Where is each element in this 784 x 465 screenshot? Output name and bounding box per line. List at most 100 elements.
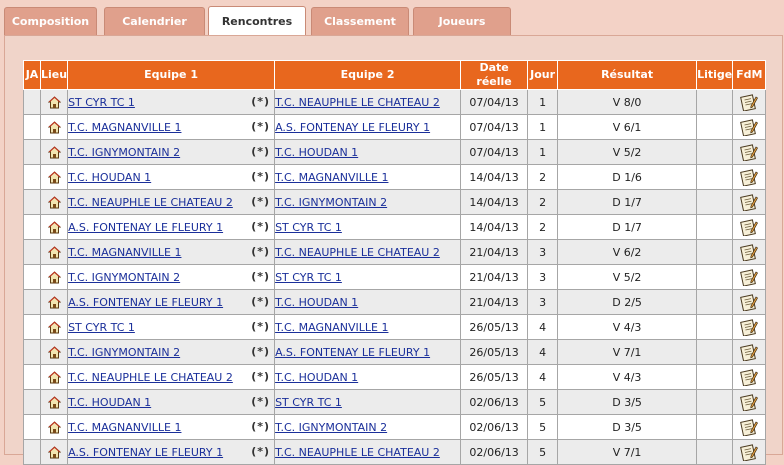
match-sheet-icon[interactable] (740, 143, 759, 161)
tab-calendrier[interactable]: Calendrier (104, 7, 205, 35)
ja-cell (23, 439, 41, 465)
team2-link[interactable]: T.C. HOUDAN 1 (276, 296, 359, 309)
team1-link[interactable]: T.C. IGNYMONTAIN 2 (69, 346, 181, 359)
fdm-cell (732, 264, 767, 290)
match-sheet-icon[interactable] (740, 168, 759, 186)
house-icon[interactable] (47, 221, 61, 234)
house-icon[interactable] (47, 96, 61, 109)
litige-cell (696, 289, 734, 315)
result-cell: V 4/3 (557, 364, 698, 390)
result-cell: D 1/7 (557, 214, 698, 240)
star-marker: (*) (251, 195, 271, 208)
jour-cell: 3 (527, 289, 559, 315)
team2-link[interactable]: ST CYR TC 1 (276, 396, 342, 409)
team1-cell: T.C. IGNYMONTAIN 2 (*) (67, 139, 276, 165)
house-icon[interactable] (47, 446, 61, 459)
team1-link[interactable]: T.C. MAGNANVILLE 1 (69, 421, 182, 434)
match-sheet-icon[interactable] (740, 368, 759, 386)
house-icon[interactable] (47, 271, 61, 284)
tab-bar: Composition Calendrier Rencontres Classe… (0, 0, 784, 36)
match-sheet-icon[interactable] (740, 193, 759, 211)
match-sheet-icon[interactable] (740, 293, 759, 311)
match-sheet-icon[interactable] (740, 318, 759, 336)
col-header-date: Date réelle (460, 60, 529, 90)
star-marker: (*) (251, 120, 271, 133)
team2-link[interactable]: T.C. HOUDAN 1 (276, 146, 359, 159)
team2-link[interactable]: A.S. FONTENAY LE FLEURY 1 (276, 121, 431, 134)
match-sheet-icon[interactable] (740, 243, 759, 261)
team2-link[interactable]: T.C. IGNYMONTAIN 2 (276, 421, 388, 434)
house-icon[interactable] (47, 196, 61, 209)
date-cell: 02/06/13 (460, 389, 529, 415)
team2-link[interactable]: ST CYR TC 1 (276, 221, 342, 234)
match-sheet-icon[interactable] (740, 118, 759, 136)
team2-link[interactable]: T.C. IGNYMONTAIN 2 (276, 196, 388, 209)
team1-link[interactable]: T.C. IGNYMONTAIN 2 (69, 146, 181, 159)
team2-cell: T.C. IGNYMONTAIN 2 (274, 189, 462, 215)
team1-link[interactable]: T.C. HOUDAN 1 (69, 396, 152, 409)
house-icon[interactable] (47, 146, 61, 159)
house-icon[interactable] (47, 121, 61, 134)
match-sheet-icon[interactable] (740, 393, 759, 411)
litige-cell (696, 389, 734, 415)
team2-link[interactable]: T.C. MAGNANVILLE 1 (276, 171, 389, 184)
star-marker: (*) (251, 270, 271, 283)
match-sheet-icon[interactable] (740, 418, 759, 436)
tab-joueurs[interactable]: Joueurs (413, 7, 511, 35)
result-cell: D 3/5 (557, 414, 698, 440)
tab-rencontres[interactable]: Rencontres (208, 6, 306, 36)
matches-body: ST CYR TC 1 (*) T.C. NEAUPHLE LE CHATEAU… (23, 89, 767, 465)
team1-link[interactable]: ST CYR TC 1 (69, 96, 135, 109)
tab-composition[interactable]: Composition (4, 7, 97, 35)
team2-link[interactable]: T.C. HOUDAN 1 (276, 371, 359, 384)
team2-cell: T.C. NEAUPHLE LE CHATEAU 2 (274, 239, 462, 265)
ja-cell (23, 164, 41, 190)
team1-cell: A.S. FONTENAY LE FLEURY 1 (*) (67, 214, 276, 240)
house-icon[interactable] (47, 396, 61, 409)
tab-classement[interactable]: Classement (311, 7, 409, 35)
team1-link[interactable]: T.C. IGNYMONTAIN 2 (69, 271, 181, 284)
col-header-jour: Jour (527, 60, 559, 90)
house-icon[interactable] (47, 296, 61, 309)
team1-link[interactable]: T.C. MAGNANVILLE 1 (69, 121, 182, 134)
team1-cell: T.C. MAGNANVILLE 1 (*) (67, 414, 276, 440)
team1-link[interactable]: T.C. NEAUPHLE LE CHATEAU 2 (69, 371, 233, 384)
team2-cell: T.C. NEAUPHLE LE CHATEAU 2 (274, 439, 462, 465)
rencontres-panel: JA Lieu Equipe 1 Equipe 2 Date réelle Jo… (4, 35, 783, 465)
house-icon[interactable] (47, 171, 61, 184)
team2-link[interactable]: T.C. MAGNANVILLE 1 (276, 321, 389, 334)
date-cell: 21/04/13 (460, 264, 529, 290)
match-sheet-icon[interactable] (740, 343, 759, 361)
match-sheet-icon[interactable] (740, 218, 759, 236)
team1-cell: A.S. FONTENAY LE FLEURY 1 (*) (67, 439, 276, 465)
house-icon[interactable] (47, 421, 61, 434)
team2-link[interactable]: T.C. NEAUPHLE LE CHATEAU 2 (276, 446, 440, 459)
team2-cell: A.S. FONTENAY LE FLEURY 1 (274, 339, 462, 365)
col-header-equipe1: Equipe 1 (67, 60, 276, 90)
table-row: ST CYR TC 1 (*) T.C. NEAUPHLE LE CHATEAU… (23, 89, 767, 115)
team2-link[interactable]: A.S. FONTENAY LE FLEURY 1 (276, 346, 431, 359)
team2-link[interactable]: T.C. NEAUPHLE LE CHATEAU 2 (276, 96, 440, 109)
team2-link[interactable]: T.C. NEAUPHLE LE CHATEAU 2 (276, 246, 440, 259)
team1-link[interactable]: A.S. FONTENAY LE FLEURY 1 (69, 221, 224, 234)
team1-link[interactable]: A.S. FONTENAY LE FLEURY 1 (69, 296, 224, 309)
team2-link[interactable]: ST CYR TC 1 (276, 271, 342, 284)
team1-cell: T.C. NEAUPHLE LE CHATEAU 2 (*) (67, 364, 276, 390)
team1-link[interactable]: T.C. HOUDAN 1 (69, 171, 152, 184)
match-sheet-icon[interactable] (740, 443, 759, 461)
match-sheet-icon[interactable] (740, 93, 759, 111)
fdm-cell (732, 439, 767, 465)
house-icon[interactable] (47, 371, 61, 384)
col-header-litige: Litige (696, 60, 734, 90)
result-cell: V 6/1 (557, 114, 698, 140)
team1-link[interactable]: T.C. MAGNANVILLE 1 (69, 246, 182, 259)
match-sheet-icon[interactable] (740, 268, 759, 286)
team1-link[interactable]: ST CYR TC 1 (69, 321, 135, 334)
house-icon[interactable] (47, 246, 61, 259)
team1-link[interactable]: T.C. NEAUPHLE LE CHATEAU 2 (69, 196, 233, 209)
house-icon[interactable] (47, 346, 61, 359)
team1-link[interactable]: A.S. FONTENAY LE FLEURY 1 (69, 446, 224, 459)
ja-cell (23, 364, 41, 390)
star-marker: (*) (251, 170, 271, 183)
house-icon[interactable] (47, 321, 61, 334)
